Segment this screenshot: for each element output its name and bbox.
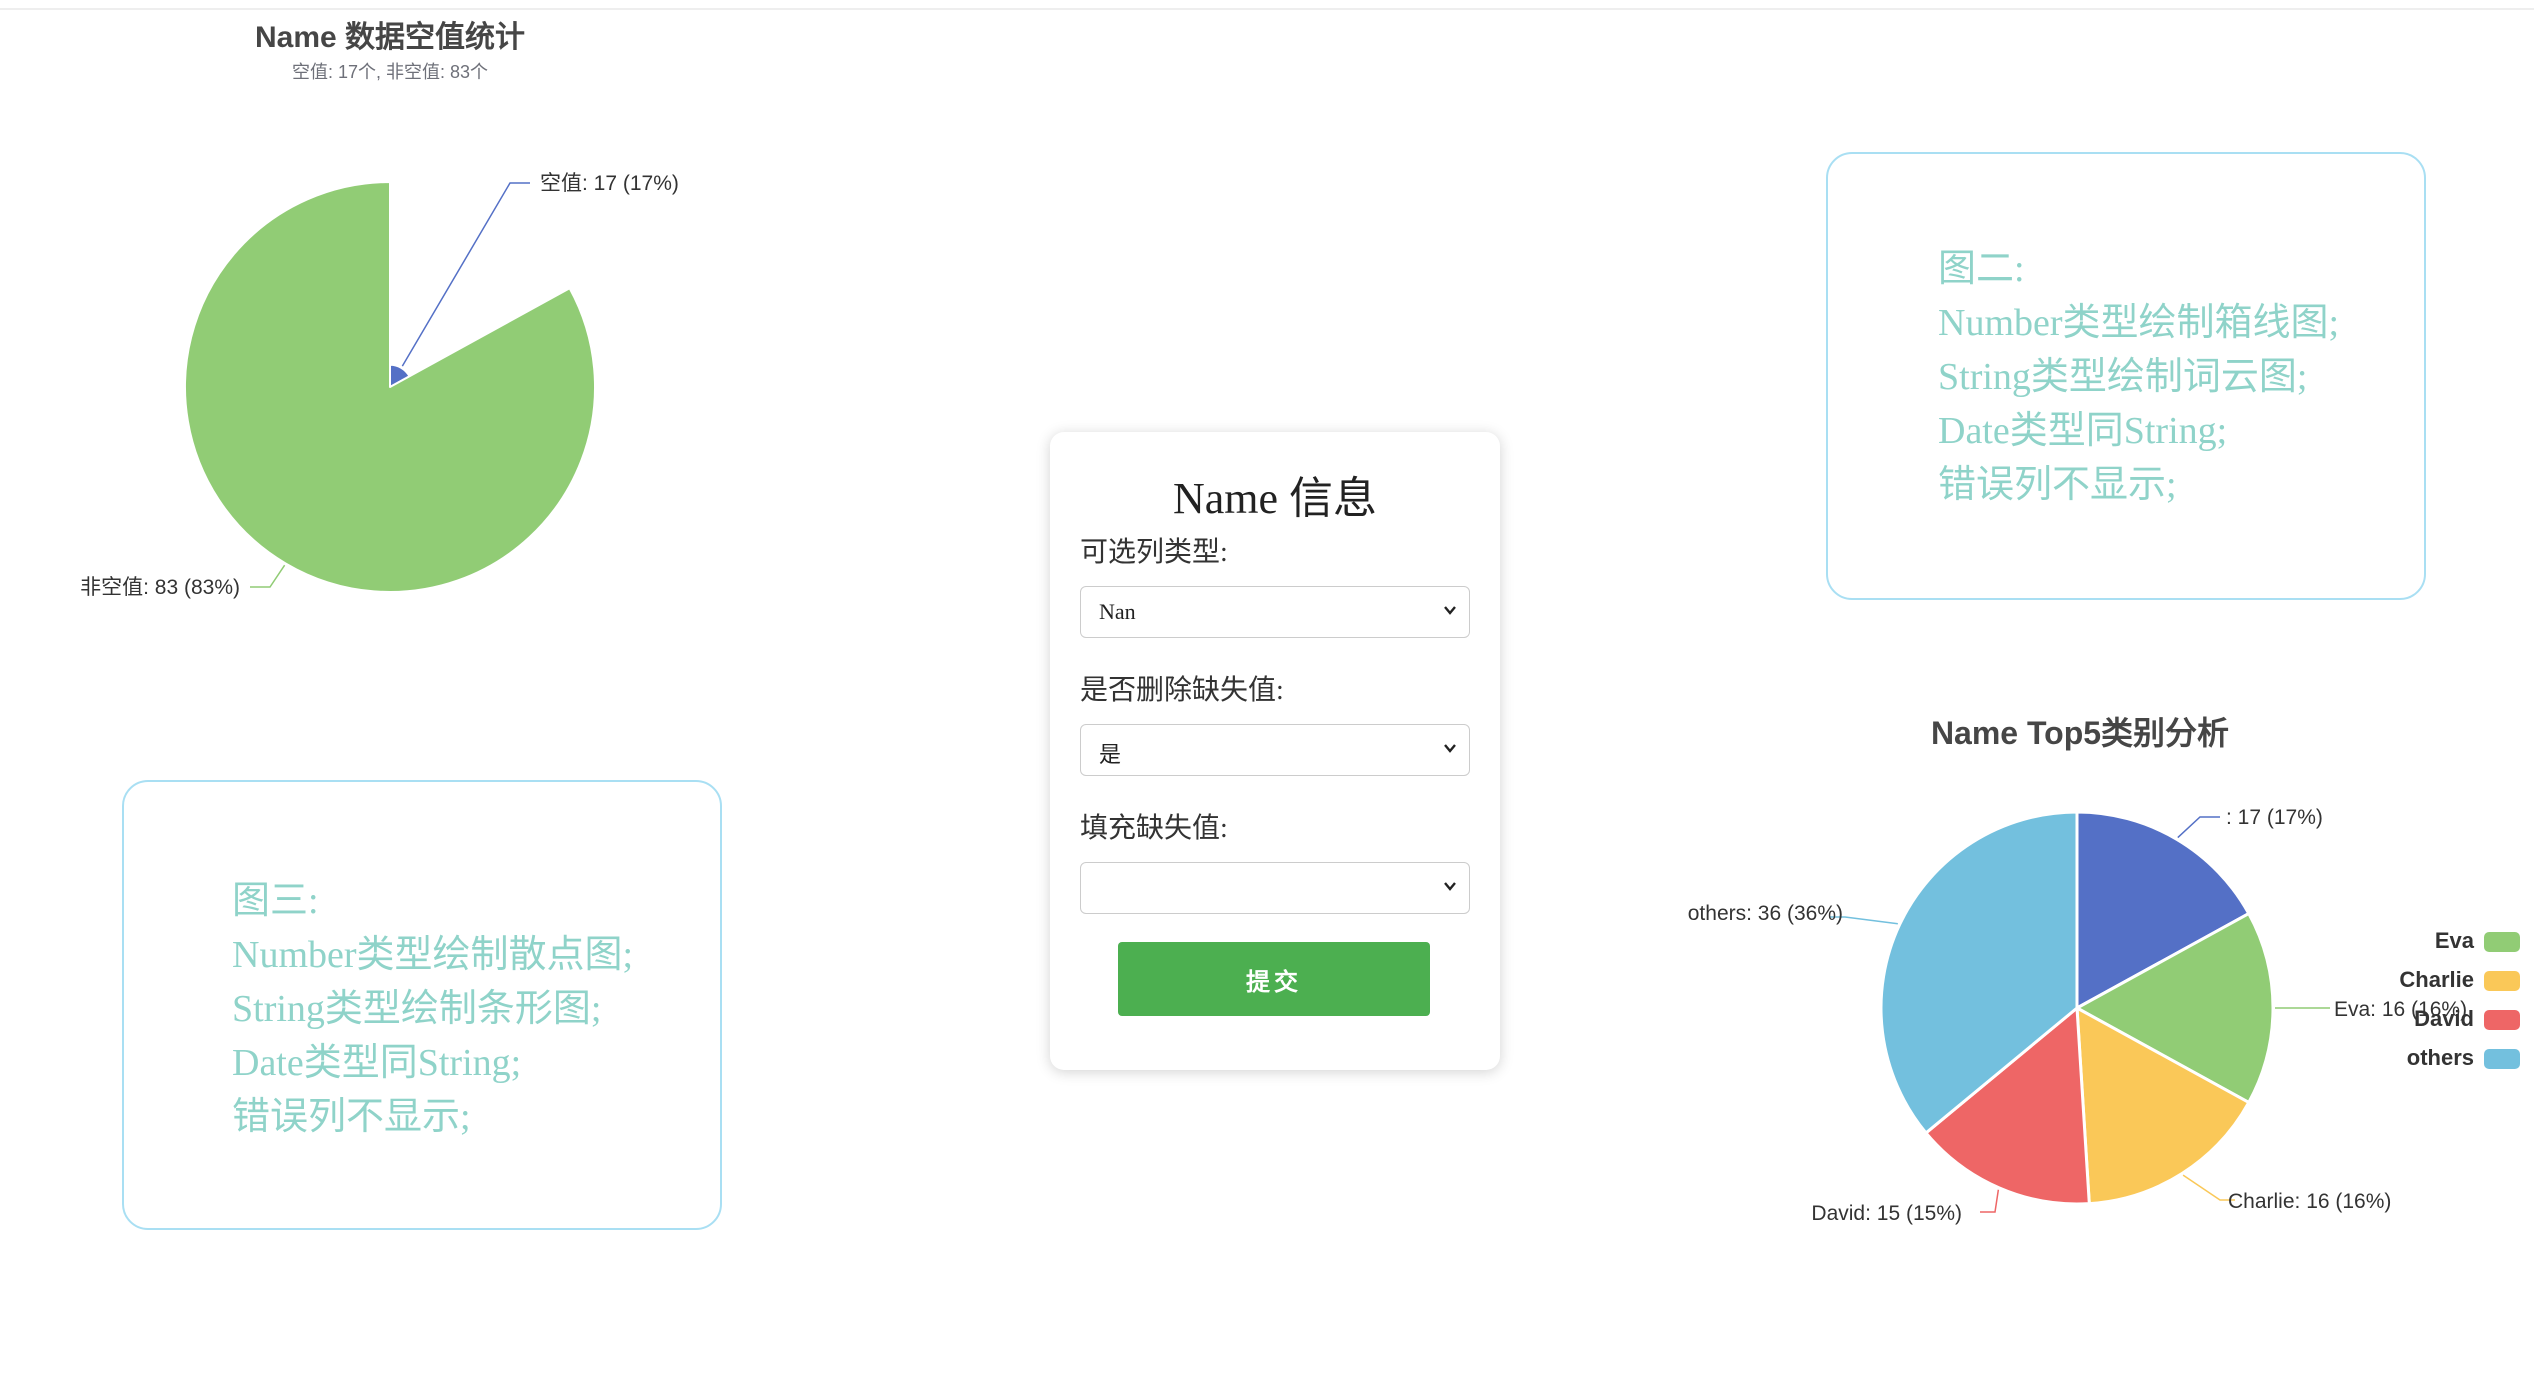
top5-chart-title: Name Top5类别分析 xyxy=(1930,715,2230,751)
figure-two-number-rule: Number类型绘制箱线图; xyxy=(1938,302,2340,344)
figure-three-heading: 图三: xyxy=(232,880,319,922)
drop-missing-value: 是 xyxy=(1099,742,1122,767)
figure-two-error-rule: 错误列不显示; xyxy=(1938,464,2177,506)
pie-data-label-2: Charlie: 16 (16%) xyxy=(2228,1190,2391,1213)
figure-two-date-rule: Date类型同String; xyxy=(1938,410,2228,452)
null-stats-pie-chart[interactable]: 空值: 17 (17%) 非空值: 83 (83%) xyxy=(0,100,800,640)
pie-label-line-0 xyxy=(2177,816,2220,839)
top5-pie-chart[interactable]: : 17 (17%)Eva: 16 (16%)Charlie: 16 (16%)… xyxy=(1640,760,2530,1280)
null-stats-chart-subtitle: 空值: 17个, 非空值: 83个 xyxy=(291,62,489,82)
column-type-value: Nan xyxy=(1099,599,1136,624)
figure-two-string-rule: String类型绘制词云图; xyxy=(1938,356,2308,398)
null-stats-chart-title: Name 数据空值统计 xyxy=(254,21,526,54)
legend-swatch-3[interactable] xyxy=(2484,1049,2520,1069)
figure-three-error-rule: 错误列不显示; xyxy=(232,1096,471,1138)
top-divider xyxy=(0,8,2534,10)
legend-swatch-0[interactable] xyxy=(2484,932,2520,952)
legend-label-1[interactable]: Charlie xyxy=(2399,967,2474,992)
figure-three-number-rule: Number类型绘制散点图; xyxy=(232,934,634,976)
column-info-form: Name 信息 可选列类型: Nan 是否删除缺失值: 是 填充缺失值: 提交 xyxy=(1050,432,1500,1070)
pie-data-label-0: 空值: 17 (17%) xyxy=(540,172,679,195)
legend-label-3[interactable]: others xyxy=(2407,1045,2474,1070)
drop-missing-select[interactable]: 是 xyxy=(1080,724,1470,776)
submit-button[interactable]: 提交 xyxy=(1118,942,1430,1016)
pie-data-label-1: 非空值: 83 (83%) xyxy=(80,576,240,599)
chevron-down-icon xyxy=(1444,744,1456,753)
legend-label-0[interactable]: Eva xyxy=(2435,928,2475,953)
pie-data-label-3: David: 15 (15%) xyxy=(1811,1202,1962,1225)
pie-data-label-0: : 17 (17%) xyxy=(2226,806,2323,829)
column-type-select[interactable]: Nan xyxy=(1080,586,1470,638)
fill-missing-label: 填充缺失值: xyxy=(1080,813,1228,844)
figure-three-date-rule: Date类型同String; xyxy=(232,1042,522,1084)
legend-swatch-1[interactable] xyxy=(2484,971,2520,991)
figure-two-info-card: 图二: Number类型绘制箱线图; String类型绘制词云图; Date类型… xyxy=(1826,152,2426,600)
figure-three-string-rule: String类型绘制条形图; xyxy=(232,988,602,1030)
pie-label-line-1 xyxy=(250,564,286,588)
figure-three-info-card: 图三: Number类型绘制散点图; String类型绘制条形图; Date类型… xyxy=(122,780,722,1230)
chevron-down-icon xyxy=(1444,606,1456,615)
column-type-label: 可选列类型: xyxy=(1080,537,1228,568)
legend-label-2[interactable]: David xyxy=(2414,1006,2474,1031)
pie-data-label-4: others: 36 (36%) xyxy=(1688,902,1843,925)
figure-two-heading: 图二: xyxy=(1938,248,2025,290)
pie-label-line-3 xyxy=(1980,1189,2000,1213)
fill-missing-select[interactable] xyxy=(1080,862,1470,914)
form-title: Name 信息 xyxy=(1172,474,1378,523)
pie-slice-1[interactable] xyxy=(184,181,596,593)
chevron-down-icon xyxy=(1444,882,1456,891)
drop-missing-label: 是否删除缺失值: xyxy=(1080,675,1284,706)
legend-swatch-2[interactable] xyxy=(2484,1010,2520,1030)
